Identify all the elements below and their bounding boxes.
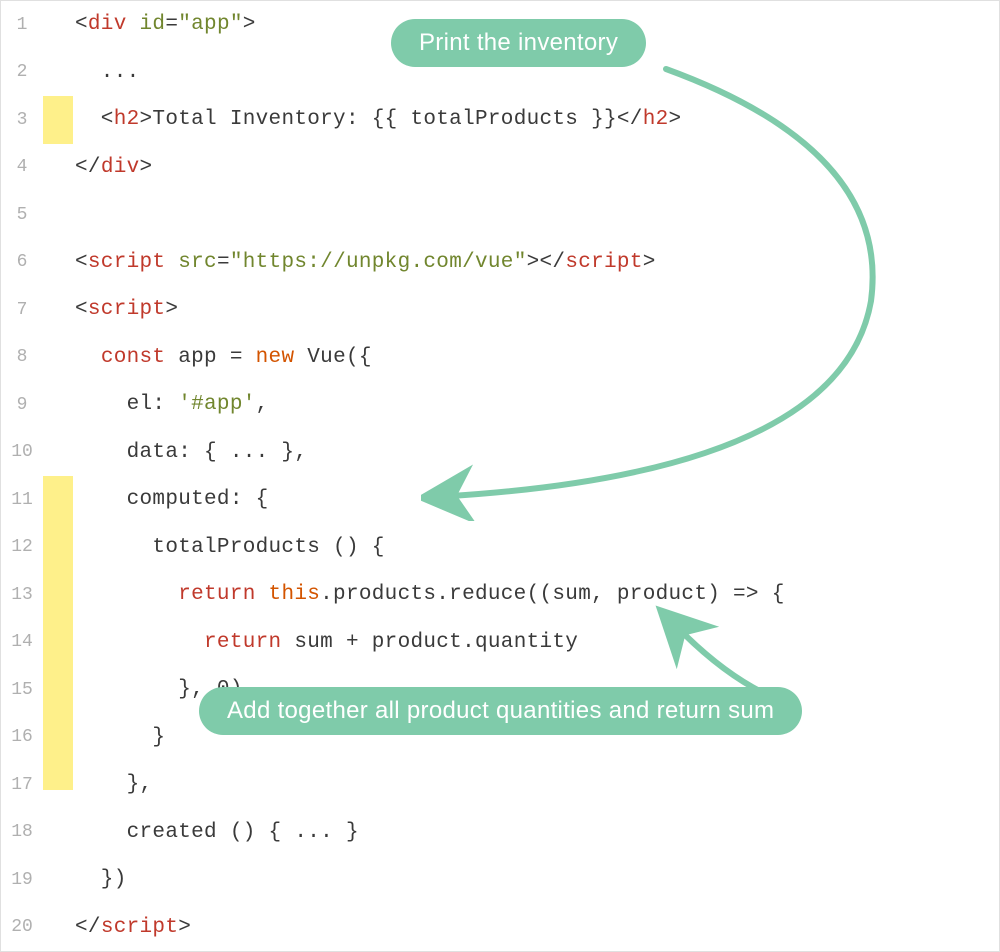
annotation-text: Print the inventory	[419, 29, 618, 56]
annotation-print-inventory: Print the inventory	[391, 19, 646, 67]
code-content: </div>	[43, 156, 152, 179]
highlight-bar	[43, 96, 73, 144]
line-number: 16	[1, 727, 43, 747]
code-line: 13 return this.products.reduce((sum, pro…	[1, 571, 999, 619]
code-line: 20</script>	[1, 904, 999, 952]
code-content: return this.products.reduce((sum, produc…	[43, 583, 785, 606]
line-number: 20	[1, 917, 43, 937]
highlight-bar	[43, 619, 73, 667]
line-number: 17	[1, 775, 43, 795]
line-number: 15	[1, 680, 43, 700]
highlight-bar	[43, 524, 73, 572]
code-line: 3 <h2>Total Inventory: {{ totalProducts …	[1, 96, 999, 144]
highlight-bar	[43, 714, 73, 762]
code-line: 10 data: { ... },	[1, 429, 999, 477]
code-content: </script>	[43, 916, 191, 939]
code-line: 19 })	[1, 856, 999, 904]
code-line: 17 },	[1, 761, 999, 809]
line-number: 7	[1, 300, 43, 320]
code-content: computed: {	[43, 488, 269, 511]
line-number: 18	[1, 822, 43, 842]
code-content: return sum + product.quantity	[43, 631, 578, 654]
line-number: 1	[1, 15, 43, 35]
code-line: 12 totalProducts () {	[1, 524, 999, 572]
code-line: 11 computed: {	[1, 476, 999, 524]
line-number: 10	[1, 442, 43, 462]
line-number: 8	[1, 347, 43, 367]
code-line: 18 created () { ... }	[1, 809, 999, 857]
line-number: 5	[1, 205, 43, 225]
code-content: })	[43, 868, 127, 891]
code-content: totalProducts () {	[43, 536, 385, 559]
code-content: el: '#app',	[43, 393, 269, 416]
highlight-bar	[43, 571, 73, 619]
code-line: 4</div>	[1, 144, 999, 192]
highlight-bar	[43, 476, 73, 524]
code-line: 6<script src="https://unpkg.com/vue"></s…	[1, 239, 999, 287]
code-line: 7<script>	[1, 286, 999, 334]
code-content: <script>	[43, 298, 178, 321]
code-content: <div id="app">	[43, 13, 256, 36]
code-content: const app = new Vue({	[43, 346, 372, 369]
line-number: 13	[1, 585, 43, 605]
code-content: <script src="https://unpkg.com/vue"></sc…	[43, 251, 656, 274]
line-number: 6	[1, 252, 43, 272]
line-number: 14	[1, 632, 43, 652]
line-number: 12	[1, 537, 43, 557]
line-number: 2	[1, 62, 43, 82]
code-content: ...	[43, 61, 140, 84]
highlight-bar	[43, 666, 73, 714]
code-content: data: { ... },	[43, 441, 307, 464]
annotation-text: Add together all product quantities and …	[227, 697, 774, 724]
code-content: <h2>Total Inventory: {{ totalProducts }}…	[43, 108, 681, 131]
annotation-add-quantities: Add together all product quantities and …	[199, 687, 802, 735]
code-line: 5	[1, 191, 999, 239]
line-number: 3	[1, 110, 43, 130]
code-content: created () { ... }	[43, 821, 359, 844]
code-line: 8 const app = new Vue({	[1, 334, 999, 382]
line-number: 19	[1, 870, 43, 890]
line-number: 4	[1, 157, 43, 177]
code-editor: 1<div id="app"> 2 ... 3 <h2>Total Inventor…	[0, 0, 1000, 952]
line-number: 11	[1, 490, 43, 510]
highlight-bar	[43, 761, 73, 790]
line-number: 9	[1, 395, 43, 415]
code-lines-container: 1<div id="app"> 2 ... 3 <h2>Total Inventor…	[1, 1, 999, 951]
code-line: 9 el: '#app',	[1, 381, 999, 429]
code-line: 14 return sum + product.quantity	[1, 619, 999, 667]
